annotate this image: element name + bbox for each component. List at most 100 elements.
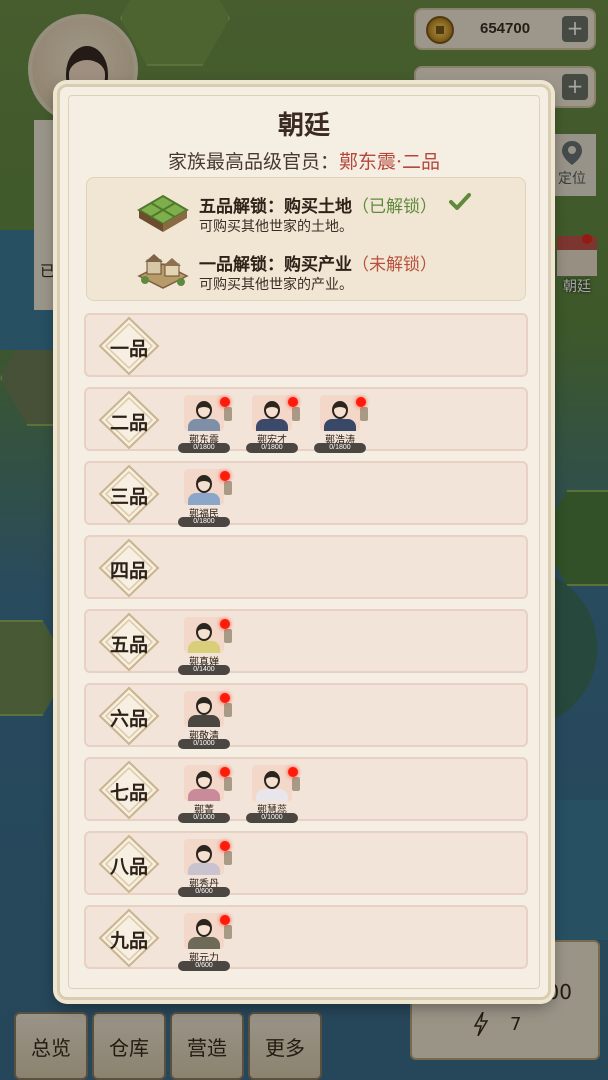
official-tag-icon — [224, 481, 232, 495]
official-head — [196, 919, 212, 937]
official-progress: 0/1800 — [246, 443, 298, 453]
notification-dot — [220, 471, 230, 481]
rank-label: 一品 — [109, 338, 148, 360]
highest-official-name: 鄚东震·二品 — [338, 151, 441, 173]
official-head — [196, 697, 212, 715]
official-tag-icon — [224, 851, 232, 865]
rank-label: 三品 — [109, 486, 148, 508]
rank-label: 七品 — [109, 782, 148, 804]
notification-dot — [288, 767, 298, 777]
notification-dot — [220, 915, 230, 925]
official-portrait — [184, 913, 224, 949]
official-head — [332, 401, 348, 419]
rank-badge: 二品 — [96, 390, 162, 450]
rank-badge: 一品 — [96, 316, 162, 376]
rank-row: 三品 鄚福民 0/1800 — [84, 461, 528, 527]
official-card[interactable]: 鄚东震 0/1800 — [178, 395, 244, 453]
unlock-industry-desc: 可购买其他世家的产业。 — [199, 277, 353, 293]
official-card[interactable]: 鄚秀丹 0/600 — [178, 839, 244, 897]
highest-official-line: 家族最高品级官员：鄚东震·二品 — [60, 147, 548, 174]
official-portrait — [252, 765, 292, 801]
rank-row: 六品 鄚敬清 0/1000 — [84, 683, 528, 749]
official-tag-icon — [292, 407, 300, 421]
official-head — [196, 845, 212, 863]
rank-badge: 六品 — [96, 686, 162, 746]
official-card[interactable]: 鄚宏才 0/1800 — [246, 395, 312, 453]
rank-row: 二品 鄚东震 0/1800 鄚宏才 0/1800 鄚浩涛 0/1800 — [84, 387, 528, 453]
rank-badge: 七品 — [96, 760, 162, 820]
rank-badge: 八品 — [96, 834, 162, 894]
notification-dot — [220, 841, 230, 851]
official-tag-icon — [224, 407, 232, 421]
official-progress: 0/1000 — [246, 813, 298, 823]
rank-label: 六品 — [109, 708, 148, 730]
official-portrait — [184, 617, 224, 653]
rank-badge: 四品 — [96, 538, 162, 598]
rank-row: 一品 — [84, 313, 528, 377]
rank-row: 八品 鄚秀丹 0/600 — [84, 831, 528, 897]
official-portrait — [184, 765, 224, 801]
rank-row: 四品 — [84, 535, 528, 599]
unlock-land-desc: 可购买其他世家的土地。 — [199, 219, 353, 235]
official-card[interactable]: 鄚敬清 0/1000 — [178, 691, 244, 749]
official-head — [196, 623, 212, 641]
official-progress: 0/1400 — [178, 665, 230, 675]
official-robe — [256, 789, 288, 801]
unlock-industry-status: （未解锁） — [352, 255, 437, 275]
official-robe — [188, 419, 220, 431]
rank-label: 四品 — [109, 560, 148, 582]
official-robe — [188, 493, 220, 505]
official-tag-icon — [224, 777, 232, 791]
rank-badge: 三品 — [96, 464, 162, 524]
checkmark-icon — [449, 193, 471, 210]
official-head — [264, 771, 280, 789]
farmland-icon — [137, 194, 189, 232]
official-robe — [188, 715, 220, 727]
official-card[interactable]: 鄚真婵 0/1400 — [178, 617, 244, 675]
official-card[interactable]: 鄚元力 0/600 — [178, 913, 244, 971]
official-tag-icon — [224, 629, 232, 643]
notification-dot — [356, 397, 366, 407]
notification-dot — [220, 767, 230, 777]
rank-badge: 九品 — [96, 908, 162, 968]
official-robe — [188, 789, 220, 801]
official-progress: 0/600 — [178, 887, 230, 897]
official-head — [196, 771, 212, 789]
official-head — [196, 401, 212, 419]
unlock-industry-head: 一品解锁：购买产业 — [199, 255, 352, 275]
official-card[interactable]: 鄚菁 0/1000 — [178, 765, 244, 823]
notification-dot — [220, 693, 230, 703]
rank-label: 九品 — [109, 930, 148, 952]
official-progress: 0/1800 — [178, 443, 230, 453]
official-head — [264, 401, 280, 419]
unlock-industry-title: 一品解锁：购买产业（未解锁） — [199, 250, 437, 275]
unlock-land-head: 五品解锁：购买土地 — [199, 197, 352, 217]
official-card[interactable]: 鄚浩涛 0/1800 — [314, 395, 380, 453]
official-progress: 0/1800 — [314, 443, 366, 453]
official-head — [196, 475, 212, 493]
unlock-land-title: 五品解锁：购买土地（已解锁） — [199, 192, 437, 217]
rank-row: 五品 鄚真婵 0/1400 — [84, 609, 528, 675]
official-progress: 0/600 — [178, 961, 230, 971]
notification-dot — [220, 619, 230, 629]
official-tag-icon — [292, 777, 300, 791]
notification-dot — [220, 397, 230, 407]
unlock-land-status: （已解锁） — [352, 197, 437, 217]
official-portrait — [252, 395, 292, 431]
official-card[interactable]: 鄚慧蕊 0/1000 — [246, 765, 312, 823]
rank-row: 九品 鄚元力 0/600 — [84, 905, 528, 971]
official-portrait — [184, 691, 224, 727]
official-portrait — [184, 395, 224, 431]
official-portrait — [184, 469, 224, 505]
official-tag-icon — [224, 703, 232, 717]
official-robe — [188, 863, 220, 875]
rank-label: 五品 — [109, 634, 148, 656]
rank-row: 七品 鄚菁 0/1000 鄚慧蕊 0/1000 — [84, 757, 528, 823]
court-dialog: 朝廷 家族最高品级官员：鄚东震·二品 五品解锁：购买土地（已解锁） 可购买其他世… — [57, 84, 551, 1000]
rank-label: 八品 — [109, 856, 148, 878]
unlock-info-box: 五品解锁：购买土地（已解锁） 可购买其他世家的土地。 一品解锁：购买产业（未解锁… — [86, 177, 526, 301]
official-tag-icon — [224, 925, 232, 939]
highest-official-prefix: 家族最高品级官员： — [167, 151, 339, 173]
official-card[interactable]: 鄚福民 0/1800 — [178, 469, 244, 527]
rank-label: 二品 — [109, 412, 148, 434]
